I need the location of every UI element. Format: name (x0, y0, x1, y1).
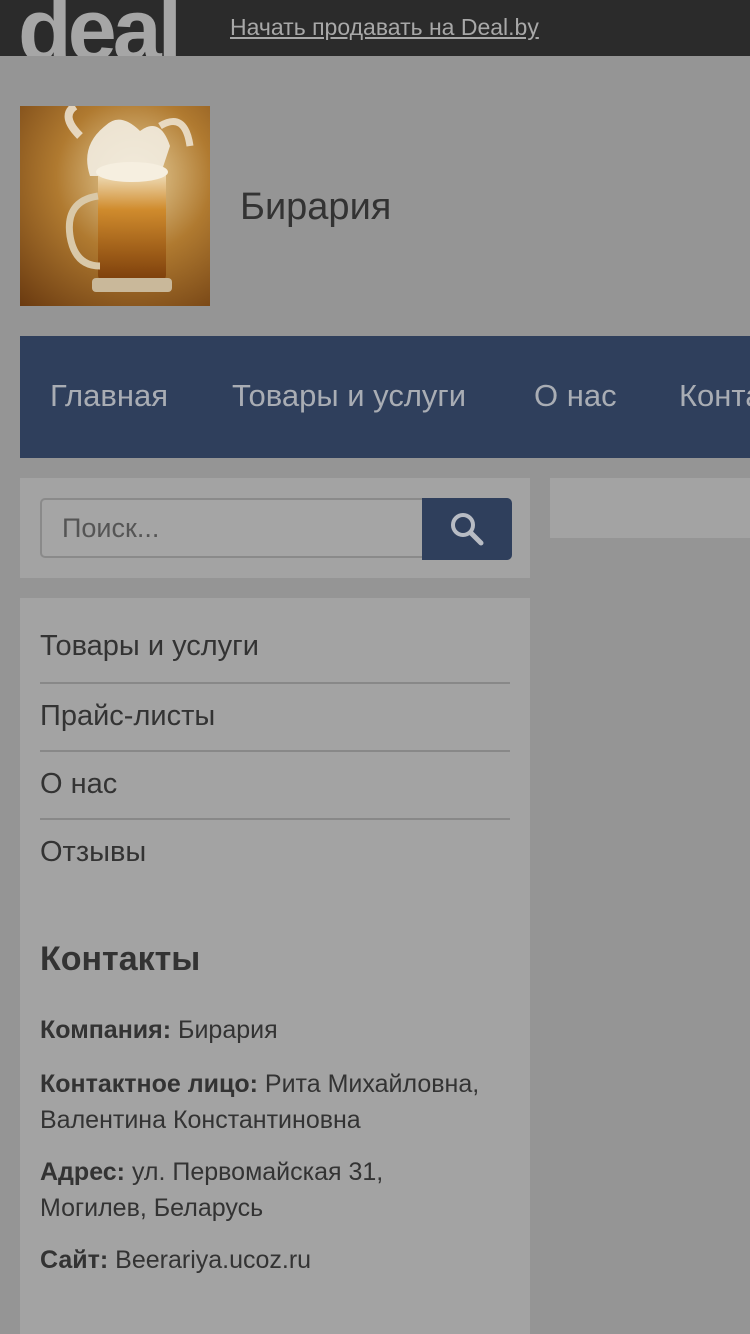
nav-item-about[interactable]: О нас (534, 378, 617, 414)
search-input[interactable] (40, 498, 424, 558)
menu-divider (40, 682, 510, 684)
sidebar-panel: Товары и услуги Прайс-листы О нас Отзывы… (20, 598, 530, 1334)
beer-mug-image (64, 106, 194, 292)
sidebar-item-products[interactable]: Товары и услуги (40, 630, 510, 663)
start-selling-link[interactable]: Начать продавать на Deal.by (230, 14, 539, 41)
contact-company-value: Бирария (178, 1016, 278, 1044)
content-panel (550, 478, 750, 538)
search-panel (20, 478, 530, 578)
menu-divider (40, 818, 510, 820)
sidebar-item-reviews[interactable]: Отзывы (40, 836, 510, 869)
search-icon (451, 513, 484, 546)
top-bar: deal Начать продавать на Deal.by (0, 0, 750, 74)
sidebar-item-about[interactable]: О нас (40, 768, 510, 801)
contact-site-link[interactable]: Beerariya.ucoz.ru (115, 1246, 311, 1274)
contact-site-label: Сайт: (40, 1246, 109, 1274)
contact-address-label: Адрес: (40, 1158, 125, 1186)
nav-item-home[interactable]: Главная (50, 378, 168, 414)
contact-company: Компания: Бирария (40, 1012, 520, 1048)
nav-item-products[interactable]: Товары и услуги (232, 378, 466, 414)
company-logo[interactable] (20, 106, 210, 306)
contact-person: Контактное лицо: Рита Михайловна, Валент… (40, 1066, 520, 1138)
search-button[interactable] (422, 498, 512, 560)
contact-person-value: Рита Михайловна, (264, 1070, 480, 1098)
main-nav: Главная Товары и услуги О нас Конта (20, 336, 750, 458)
nav-item-contacts[interactable]: Конта (679, 378, 750, 414)
contact-address-value-2: Могилев, Беларусь (40, 1194, 264, 1222)
company-name: Бирария (240, 186, 392, 228)
contact-site: Сайт: Beerariya.ucoz.ru (40, 1242, 520, 1278)
contact-company-label: Компания: (40, 1016, 172, 1044)
sidebar-item-price-lists[interactable]: Прайс-листы (40, 700, 510, 733)
menu-divider (40, 750, 510, 752)
contact-person-label: Контактное лицо: (40, 1070, 258, 1098)
contacts-heading: Контакты (40, 940, 201, 978)
page-content: Бирария Главная Товары и услуги О нас Ко… (0, 56, 750, 1334)
contact-person-value-2: Валентина Константиновна (40, 1106, 361, 1134)
contact-address: Адрес: ул. Первомайская 31, Могилев, Бел… (40, 1154, 520, 1226)
contact-address-value: ул. Первомайская 31, (131, 1158, 384, 1186)
